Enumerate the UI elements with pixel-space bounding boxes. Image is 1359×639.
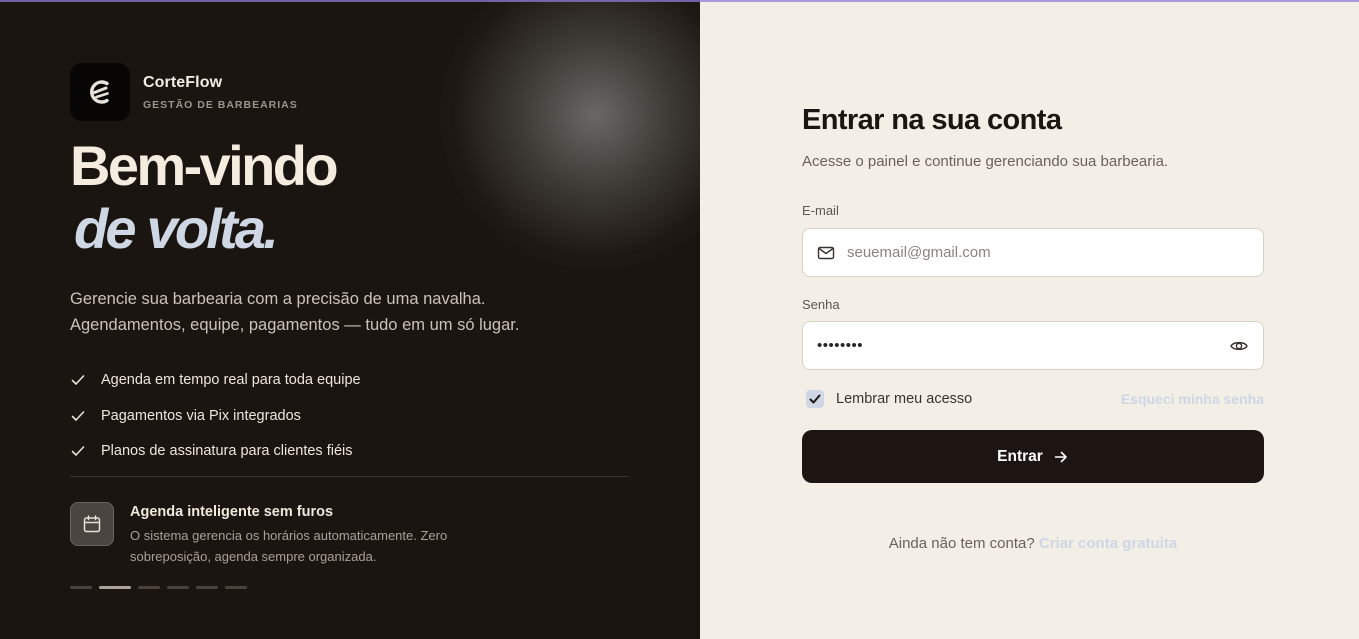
carousel-dot[interactable] (70, 586, 92, 589)
feature-label: Pagamentos via Pix integrados (101, 407, 301, 424)
password-label: Senha (802, 297, 840, 312)
carousel-dot-active[interactable] (99, 586, 131, 589)
remember-checkbox[interactable] (806, 390, 824, 408)
submit-button[interactable]: Entrar (802, 430, 1264, 483)
carousel-dot[interactable] (225, 586, 247, 589)
carousel-dot[interactable] (196, 586, 218, 589)
brand-name: CorteFlow (143, 73, 223, 91)
form-title: Entrar na sua conta (802, 104, 1062, 136)
feature-item: Pagamentos via Pix integrados (70, 405, 361, 427)
check-icon (71, 446, 85, 456)
hero-title-line1: Bem-vindo (70, 134, 339, 197)
calendar-icon (70, 502, 114, 546)
remember-me[interactable]: Lembrar meu acesso (806, 390, 972, 408)
check-icon (71, 375, 85, 385)
mail-icon (817, 246, 835, 259)
feature-label: Agenda em tempo real para toda equipe (101, 372, 361, 388)
forgot-password-link[interactable]: Esqueci minha senha (1121, 391, 1264, 407)
checkmark-icon (809, 394, 821, 404)
remember-label: Lembrar meu acesso (836, 391, 973, 407)
feature-item: Planos de assinatura para clientes fiéis (70, 440, 361, 462)
email-input[interactable] (847, 244, 1249, 261)
description-line1: Gerencie sua barbearia com a precisão de… (70, 290, 486, 308)
signup-prompt: Ainda não tem conta? Criar conta gratuit… (802, 535, 1264, 552)
check-icon (71, 410, 85, 421)
arrow-right-icon (1054, 451, 1067, 462)
carousel-indicators (70, 586, 254, 589)
decorative-glow (440, 0, 700, 270)
highlight-text: O sistema gerencia os horários automatic… (130, 525, 490, 567)
divider (70, 476, 629, 477)
hero-description: Gerencie sua barbearia com a precisão de… (70, 286, 630, 338)
carousel-dot[interactable] (138, 586, 160, 589)
password-input[interactable]: •••••••• (817, 337, 1229, 354)
brand-panel: CorteFlow GESTÃO DE BARBEARIAS Bem-vindo… (0, 0, 700, 639)
brand-tagline: GESTÃO DE BARBEARIAS (143, 98, 298, 111)
eye-icon[interactable] (1229, 336, 1249, 356)
email-field[interactable] (802, 228, 1264, 277)
top-accent-line (0, 0, 1359, 2)
email-label: E-mail (802, 203, 839, 218)
carousel-dot[interactable] (167, 586, 189, 589)
highlight-text-line1: O sistema gerencia os horários automatic… (130, 528, 448, 543)
feature-label: Planos de assinatura para clientes fiéis (101, 443, 353, 459)
feature-item: Agenda em tempo real para toda equipe (70, 369, 361, 391)
login-panel: Entrar na sua conta Acesse o painel e co… (700, 0, 1359, 639)
signup-text: Ainda não tem conta? (888, 535, 1035, 552)
form-subtitle: Acesse o painel e continue gerenciando s… (802, 153, 1169, 170)
brand: CorteFlow GESTÃO DE BARBEARIAS (70, 63, 298, 121)
highlight-title: Agenda inteligente sem furos (130, 504, 334, 520)
highlight-text-line2: sobreposição, agenda sempre organizada. (130, 549, 377, 564)
feature-list: Agenda em tempo real para toda equipe Pa… (70, 369, 361, 476)
description-line2: Agendamentos, equipe, pagamentos — tudo … (70, 316, 520, 334)
hero-title-line2: de volta. (74, 197, 279, 260)
corteflow-logo-icon (70, 63, 130, 121)
password-field[interactable]: •••••••• (802, 321, 1264, 370)
signup-link[interactable]: Criar conta gratuita (1039, 535, 1177, 552)
submit-label: Entrar (997, 447, 1043, 465)
highlight-card: Agenda inteligente sem furos O sistema g… (70, 502, 490, 567)
